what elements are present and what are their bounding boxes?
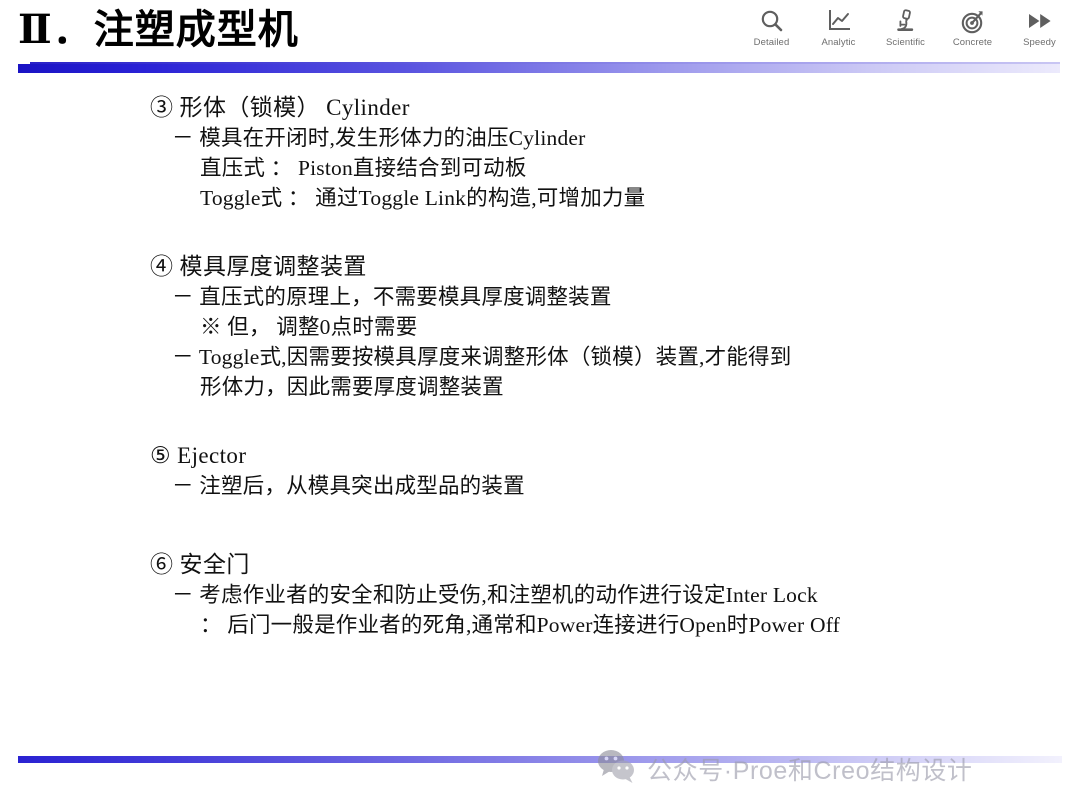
icon-label-speedy: Speedy [1023,37,1056,48]
item5-heading: ⑤ Ejector [150,443,247,468]
item5-line-1: － 注塑后，从模具突出成型品的装置 [172,474,525,498]
content-block-6: ⑥ 安全门 － 考虑作业者的安全和防止受伤,和注塑机的动作进行设定Inter L… [0,549,1080,640]
icon-item-concrete[interactable]: Concrete [944,6,1001,48]
spacer-3-4 [0,231,1080,251]
page-title: Ⅱ．注塑成型机 [18,7,299,52]
watermark: 公众号·Proe和Creo结构设计 [596,748,973,789]
item3-heading: ③ 形体（锁模） Cylinder [150,95,410,120]
fast-forward-icon [1026,6,1054,36]
icon-item-scientific[interactable]: Scientific [877,6,934,48]
slide-header: Ⅱ．注塑成型机 Detailed Analytic Scientific Con… [0,0,1080,80]
microscope-icon [892,6,919,36]
item4-line-3: － Toggle式,因需要按模具厚度来调整形体（锁模）装置,才能得到 [172,345,792,369]
header-divider-thick-bar [18,64,1060,73]
content-block-3: ③ 形体（锁模） Cylinder － 模具在开闭时,发生形体力的油压Cylin… [0,92,1080,213]
icon-toolbar: Detailed Analytic Scientific Concrete Sp… [743,6,1068,48]
wechat-logo-icon [596,748,638,789]
content-block-4: ④ 模具厚度调整装置 － 直压式的原理上，不需要模具厚度调整装置 ※ 但， 调整… [0,251,1080,402]
spacer-4-5 [0,420,1080,440]
item6-line-2: ： 后门一般是作业者的死角,通常和Power连接进行Open时Power Off [200,613,841,637]
line-chart-icon [826,6,852,36]
icon-label-concrete: Concrete [952,37,993,48]
item3-line-2: 直压式 ： Piston直接结合到可动板 [200,156,527,180]
icon-label-scientific: Scientific [885,37,925,48]
search-icon [759,6,785,36]
content-block-5: ⑤ Ejector － 注塑后，从模具突出成型品的装置 [0,440,1080,501]
spacer-5-6 [0,519,1080,549]
slide-body: ③ 形体（锁模） Cylinder － 模具在开闭时,发生形体力的油压Cylin… [0,92,1080,658]
item4-line-1: － 直压式的原理上，不需要模具厚度调整装置 [172,285,612,309]
item3-line-1: － 模具在开闭时,发生形体力的油压Cylinder [172,126,586,150]
item4-line-2: ※ 但， 调整0点时需要 [200,315,418,339]
icon-label-analytic: Analytic [821,37,856,48]
item4-heading: ④ 模具厚度调整装置 [150,254,367,279]
icon-item-analytic[interactable]: Analytic [810,6,867,48]
item6-line-1: － 考虑作业者的安全和防止受伤,和注塑机的动作进行设定Inter Lock [172,583,818,607]
item4-line-4: 形体力，因此需要厚度调整装置 [200,375,504,399]
item3-line-3: Toggle式 ： 通过Toggle Link的构造,可增加力量 [200,186,646,210]
icon-item-speedy[interactable]: Speedy [1011,6,1068,48]
header-divider [18,62,1060,73]
icon-label-detailed: Detailed [753,37,790,48]
item6-heading: ⑥ 安全门 [150,552,250,577]
icon-item-detailed[interactable]: Detailed [743,6,800,48]
watermark-text: 公众号·Proe和Creo结构设计 [647,756,973,785]
target-icon [959,6,986,36]
